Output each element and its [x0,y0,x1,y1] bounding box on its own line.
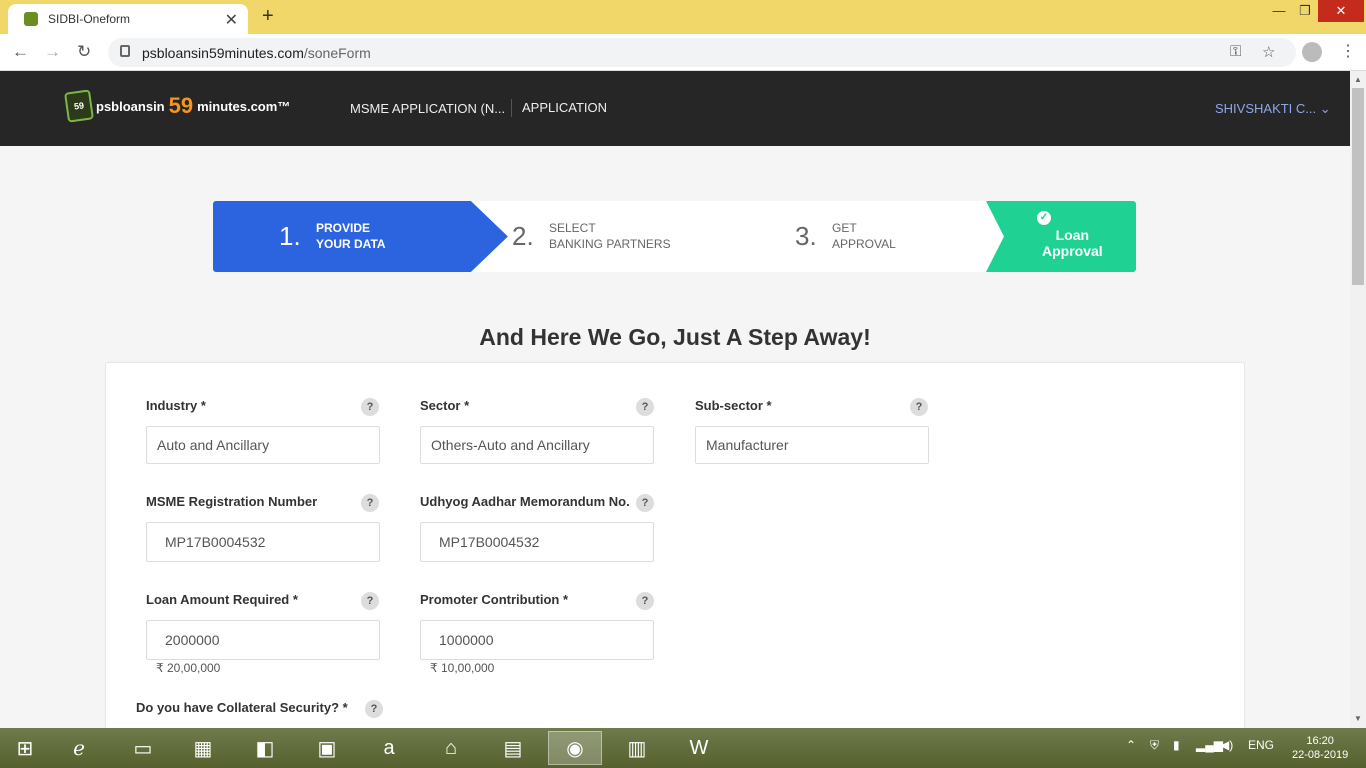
url-host: psbloansin59minutes.com [142,45,304,61]
logo-badge-icon: 59 [64,89,94,123]
photos-icon[interactable]: ▣ [300,731,354,765]
user-menu[interactable]: SHIVSHAKTI C... ⌄ [1215,101,1331,117]
forward-arrow-icon[interactable]: → [44,42,61,62]
clock-time: 16:20 [1306,735,1334,747]
progress-steps: 1. PROVIDE YOUR DATA 2. SELECT BANKING PAR… [213,201,1136,272]
loan-amount-formatted: ₹ 20,00,000 [156,661,221,675]
windows-start-icon[interactable]: ⊞ [0,731,50,765]
step-get-approval: 3. GET APPROVAL [726,201,1016,272]
url-field[interactable]: psbloansin59minutes.com/soneForm ⚿ ☆ [108,38,1296,67]
system-clock[interactable]: 16:20 22-08-2019 [1292,734,1348,762]
site-logo[interactable]: 59 psbloansin 59 minutes.com™ [64,89,291,123]
back-arrow-icon[interactable]: ← [12,42,29,62]
loan-amount-label: Loan Amount Required * [146,592,298,607]
scroll-down-icon[interactable]: ▼ [1354,714,1362,723]
subsector-label: Sub-sector * [695,398,772,413]
scroll-thumb[interactable] [1352,88,1364,285]
subsector-field[interactable]: Manufacturer [695,426,929,464]
notes-icon[interactable]: ▤ [486,731,540,765]
language-indicator[interactable]: ENG [1248,738,1274,752]
promoter-contribution-formatted: ₹ 10,00,000 [430,661,495,675]
step-loan-approval: ✓ Loan Approval [986,201,1136,272]
volume-icon[interactable]: ◀) [1220,738,1233,752]
nav-divider [511,99,512,117]
sector-label: Sector * [420,398,470,413]
step-select-banking: 2. SELECT BANKING PARTNERS [471,201,763,272]
industry-label: Industry * [146,398,206,413]
word-icon[interactable]: W [672,731,726,765]
collateral-security-label: Do you have Collateral Security? * [136,700,348,715]
promoter-contribution-label: Promoter Contribution * [420,592,569,607]
help-icon[interactable]: ? [361,592,379,610]
address-bar: ← → ↻ psbloansin59minutes.com/soneForm ⚿… [0,34,1366,71]
check-circle-icon: ✓ [1037,211,1051,225]
file-explorer-icon[interactable]: ▭ [116,731,170,765]
nav-msme-application[interactable]: MSME APPLICATION (N... [350,101,505,116]
security-icon[interactable]: ⛨ [1150,738,1159,753]
key-icon[interactable]: ⚿ [1230,43,1241,60]
profile-avatar-icon[interactable] [1302,42,1322,62]
battery-icon[interactable]: ▮ [1173,738,1180,752]
chrome-icon[interactable]: ◉ [548,731,602,765]
home-icon[interactable]: ⌂ [424,731,478,765]
help-icon[interactable]: ? [636,592,654,610]
user-name: SHIVSHAKTI C... [1215,101,1317,116]
page-scrollbar[interactable]: ▲ ▼ [1350,71,1366,728]
udhyog-aadhar-input[interactable]: MP17B0004532 [420,522,654,562]
msme-registration-label: MSME Registration Number [146,494,318,509]
internet-explorer-icon[interactable]: ℯ [52,731,106,765]
site-header: 59 psbloansin 59 minutes.com™ MSME APPLI… [0,71,1350,146]
logo-text-1: psbloansin [96,98,165,114]
step-number: 1. [279,221,301,251]
logo-text-2: minutes.com™ [197,98,291,114]
loan-amount-input[interactable]: 2000000 [146,620,380,660]
store-icon[interactable]: ▦ [176,731,230,765]
step-label: PROVIDE YOUR DATA [316,221,386,251]
msme-registration-input[interactable]: MP17B0004532 [146,522,380,562]
browser-menu-icon[interactable]: ⋮ [1340,41,1356,61]
chevron-down-icon: ⌄ [1319,101,1331,116]
step-label: GET APPROVAL [832,221,896,251]
tally-icon[interactable]: ▥ [610,731,664,765]
browser-tab[interactable]: SIDBI-Oneform ✕ [8,4,248,34]
maximize-button[interactable]: ❐ [1288,0,1322,22]
onenote-icon[interactable]: ◧ [238,731,292,765]
step-label: Loan Approval [1042,227,1103,259]
browser-tab-bar: SIDBI-Oneform ✕ + — ❐ ✕ [0,0,1366,34]
promoter-contribution-input[interactable]: 1000000 [420,620,654,660]
industry-field[interactable]: Auto and Ancillary [146,426,380,464]
page-title: And Here We Go, Just A Step Away! [479,324,871,350]
tray-expand-icon[interactable]: ⌃ [1126,738,1136,752]
step-number: 2. [512,221,534,251]
tab-close-icon[interactable]: ✕ [225,10,238,30]
help-icon[interactable]: ? [361,494,379,512]
window-close-button[interactable]: ✕ [1318,0,1364,22]
help-icon[interactable]: ? [636,494,654,512]
udhyog-aadhar-label: Udhyog Aadhar Memorandum No. [420,494,630,509]
url-path: /soneForm [303,45,371,61]
nav-application[interactable]: APPLICATION [522,100,607,115]
step-label: SELECT BANKING PARTNERS [549,221,671,251]
site-favicon-icon [24,12,38,26]
windows-taskbar: ⊞ ℯ ▭ ▦ ◧ ▣ a ⌂ ▤ ◉ ▥ W ⌃ ⛨ ▮ ▂▄▆ ◀) ENG… [0,728,1366,768]
help-icon[interactable]: ? [365,700,383,718]
help-icon[interactable]: ? [910,398,928,416]
help-icon[interactable]: ? [361,398,379,416]
step-number: 3. [795,221,817,251]
tab-title: SIDBI-Oneform [48,12,131,26]
help-icon[interactable]: ? [636,398,654,416]
scroll-up-icon[interactable]: ▲ [1354,75,1362,84]
loan-form: Industry * ? Auto and Ancillary Sector *… [105,362,1245,742]
bookmark-star-icon[interactable]: ☆ [1262,43,1275,61]
amazon-icon[interactable]: a [362,731,416,765]
network-icon[interactable]: ▂▄▆ [1196,738,1223,752]
step-provide-data: 1. PROVIDE YOUR DATA [213,201,508,272]
new-tab-button[interactable]: + [262,5,274,28]
reload-icon[interactable]: ↻ [77,42,91,62]
logo-text-59: 59 [168,93,194,118]
sector-field[interactable]: Others-Auto and Ancillary [420,426,654,464]
lock-icon [120,45,130,57]
clock-date: 22-08-2019 [1292,749,1349,761]
